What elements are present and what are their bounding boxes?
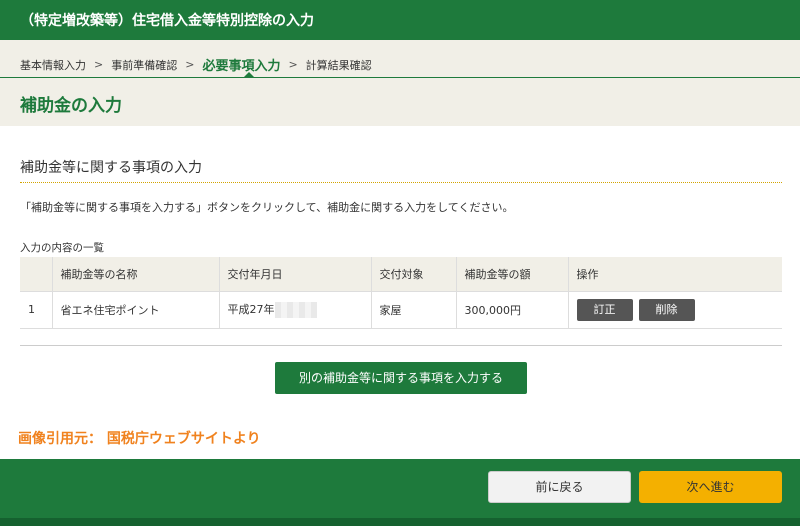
section-divider [20, 182, 782, 183]
back-button[interactable]: 前に戻る [488, 471, 631, 503]
redacted-blur [274, 302, 317, 318]
breadcrumb-item-result: 計算結果確認 [305, 58, 372, 72]
footer-strip [0, 518, 800, 526]
image-credit: 画像引用元： 国税庁ウェブサイトより [18, 431, 261, 447]
subsidy-amount: 300,000円 [455, 290, 568, 329]
grant-date-cell: 平成27年 [218, 290, 371, 329]
breadcrumb-separator: > [288, 58, 298, 71]
page-title: 補助金の入力 [20, 96, 122, 116]
breadcrumb-separator: > [185, 58, 195, 71]
add-subsidy-button[interactable]: 別の補助金等に関する事項を入力する [275, 362, 527, 394]
column-header-date: 交付年月日 [218, 257, 371, 291]
row-number: 1 [20, 290, 52, 329]
subsidy-name: 省エネ住宅ポイント [51, 290, 219, 329]
breadcrumb-item-required-input: 必要事項入力 [202, 59, 281, 74]
content-divider [20, 345, 782, 346]
column-header-actions: 操作 [567, 257, 782, 291]
breadcrumb-item-preparation: 事前準備確認 [111, 58, 178, 72]
subsidy-table: 補助金等の名称 交付年月日 交付対象 補助金等の額 操作 1 省エネ住宅ポイント… [20, 257, 782, 329]
grant-target: 家屋 [370, 290, 456, 329]
column-header-no [20, 257, 52, 291]
breadcrumb-rule [0, 77, 800, 78]
table-row: 1 省エネ住宅ポイント 平成27年 家屋 300,000円 訂正 削除 [20, 290, 782, 329]
column-header-target: 交付対象 [370, 257, 456, 291]
footer-bar: 前に戻る 次へ進む [0, 459, 800, 526]
delete-button[interactable]: 削除 [638, 298, 695, 321]
active-step-marker [244, 72, 254, 77]
edit-button[interactable]: 訂正 [576, 298, 633, 321]
breadcrumb: 基本情報入力 > 事前準備確認 > 必要事項入力 > 計算結果確認 [20, 55, 372, 74]
grant-date: 平成27年 [227, 303, 275, 316]
breadcrumb-item-basic-info: 基本情報入力 [20, 58, 86, 72]
breadcrumb-area: 基本情報入力 > 事前準備確認 > 必要事項入力 > 計算結果確認 補助金の入力 [0, 40, 800, 126]
instruction-text: 「補助金等に関する事項を入力する」ボタンをクリックして、補助金に関する入力をして… [20, 201, 514, 214]
column-header-amount: 補助金等の額 [455, 257, 568, 291]
next-button[interactable]: 次へ進む [639, 471, 782, 503]
section-heading: 補助金等に関する事項の入力 [20, 160, 202, 176]
app-header: （特定増改築等）住宅借入金等特別控除の入力 [0, 0, 800, 40]
breadcrumb-separator: > [94, 58, 104, 71]
list-caption: 入力の内容の一覧 [20, 242, 104, 254]
row-actions: 訂正 削除 [567, 290, 782, 329]
table-header-row: 補助金等の名称 交付年月日 交付対象 補助金等の額 操作 [20, 257, 782, 291]
app-title: （特定増改築等）住宅借入金等特別控除の入力 [20, 13, 314, 29]
column-header-name: 補助金等の名称 [51, 257, 219, 291]
